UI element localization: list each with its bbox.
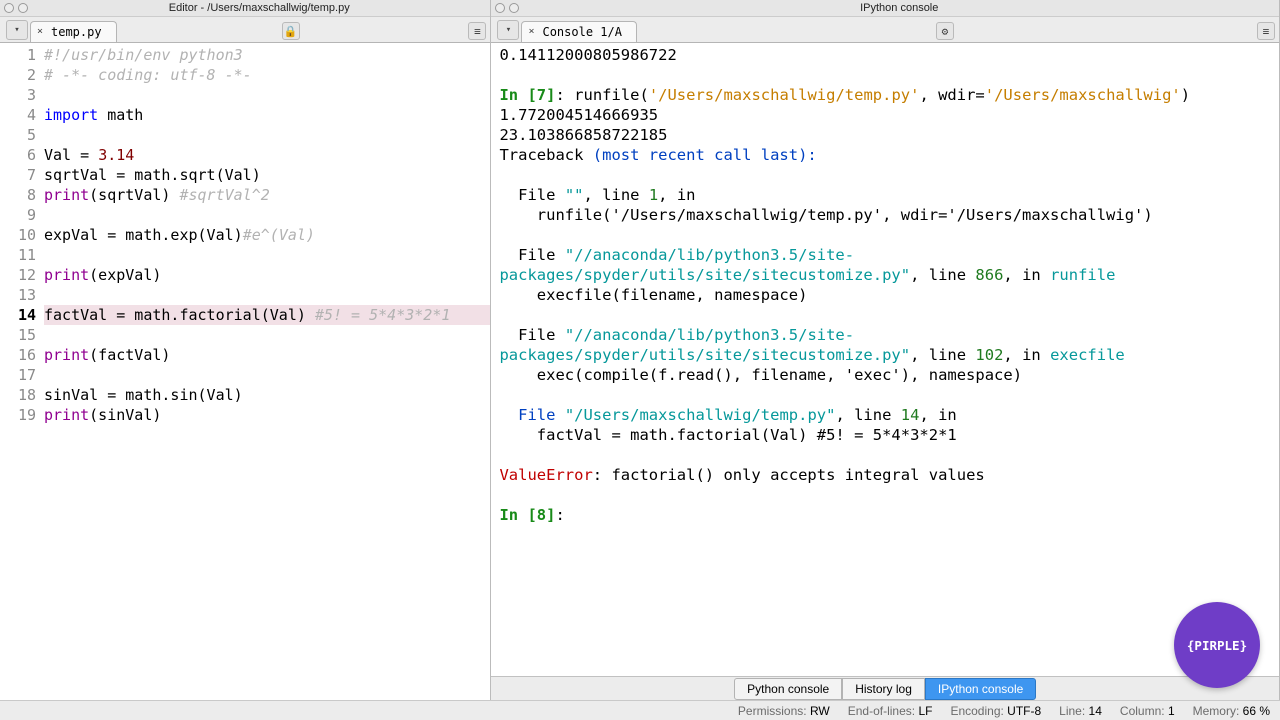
eol-label: End-of-lines: bbox=[848, 704, 915, 718]
mem-value: 66 % bbox=[1243, 704, 1270, 718]
editor-tab-label: temp.py bbox=[51, 25, 102, 39]
line-value: 14 bbox=[1089, 704, 1102, 718]
code-line[interactable] bbox=[44, 325, 490, 345]
window-min-icon[interactable] bbox=[509, 3, 519, 13]
line-label: Line: bbox=[1059, 704, 1085, 718]
console-options-icon[interactable]: ≡ bbox=[1257, 22, 1275, 40]
editor-body[interactable]: 12345678910111213141516171819 #!/usr/bin… bbox=[0, 43, 490, 700]
code-area[interactable]: #!/usr/bin/env python3# -*- coding: utf-… bbox=[40, 43, 490, 700]
window-min-icon[interactable] bbox=[18, 3, 28, 13]
gear-icon[interactable]: ⚙ bbox=[936, 22, 954, 40]
code-line[interactable]: print(sinVal) bbox=[44, 405, 490, 425]
enc-value: UTF-8 bbox=[1007, 704, 1041, 718]
code-line[interactable]: expVal = math.exp(Val)#e^(Val) bbox=[44, 225, 490, 245]
console-titlebar: IPython console bbox=[491, 0, 1279, 17]
code-line[interactable]: #!/usr/bin/env python3 bbox=[44, 45, 490, 65]
editor-title: Editor - /Users/maxschallwig/temp.py bbox=[32, 2, 486, 14]
console-title: IPython console bbox=[523, 2, 1275, 14]
col-value: 1 bbox=[1168, 704, 1175, 718]
status-bar: Permissions: RW End-of-lines: LF Encodin… bbox=[0, 700, 1280, 720]
code-line[interactable]: factVal = math.factorial(Val) #5! = 5*4*… bbox=[44, 305, 490, 325]
editor-tab-menu[interactable]: ▾ bbox=[6, 20, 28, 40]
console-output[interactable]: 0.14112000805986722 In [7]: runfile('/Us… bbox=[491, 43, 1279, 676]
enc-label: Encoding: bbox=[950, 704, 1003, 718]
editor-titlebar: Editor - /Users/maxschallwig/temp.py bbox=[0, 0, 490, 17]
code-line[interactable]: print(expVal) bbox=[44, 265, 490, 285]
pirple-badge: {PIRPLE} bbox=[1174, 602, 1260, 688]
tab-history-log[interactable]: History log bbox=[842, 678, 925, 700]
tab-python-console[interactable]: Python console bbox=[734, 678, 842, 700]
close-icon[interactable]: × bbox=[37, 26, 43, 37]
line-number-gutter: 12345678910111213141516171819 bbox=[0, 43, 40, 700]
window-close-icon[interactable] bbox=[4, 3, 14, 13]
console-tab-label: Console 1/A bbox=[542, 25, 621, 39]
code-line[interactable] bbox=[44, 365, 490, 385]
window-close-icon[interactable] bbox=[495, 3, 505, 13]
lock-icon[interactable]: 🔒 bbox=[282, 22, 300, 40]
code-line[interactable]: import math bbox=[44, 105, 490, 125]
console-tabs: ▾ × Console 1/A ⚙ ≡ bbox=[491, 17, 1279, 43]
editor-options-icon[interactable]: ≡ bbox=[468, 22, 486, 40]
console-pane: IPython console ▾ × Console 1/A ⚙ ≡ 0.14… bbox=[491, 0, 1280, 700]
mem-label: Memory: bbox=[1193, 704, 1240, 718]
tab-ipython-console[interactable]: IPython console bbox=[925, 678, 1036, 700]
code-line[interactable] bbox=[44, 285, 490, 305]
chevron-down-icon: ▾ bbox=[506, 25, 511, 35]
chevron-down-icon: ▾ bbox=[14, 25, 19, 35]
code-line[interactable]: sqrtVal = math.sqrt(Val) bbox=[44, 165, 490, 185]
perm-value: RW bbox=[810, 704, 830, 718]
code-line[interactable]: # -*- coding: utf-8 -*- bbox=[44, 65, 490, 85]
code-line[interactable] bbox=[44, 85, 490, 105]
code-line[interactable]: print(factVal) bbox=[44, 345, 490, 365]
code-line[interactable] bbox=[44, 205, 490, 225]
editor-pane: Editor - /Users/maxschallwig/temp.py ▾ ×… bbox=[0, 0, 491, 700]
editor-tab-temp-py[interactable]: × temp.py bbox=[30, 21, 117, 42]
code-line[interactable] bbox=[44, 245, 490, 265]
code-line[interactable]: print(sqrtVal) #sqrtVal^2 bbox=[44, 185, 490, 205]
code-line[interactable]: Val = 3.14 bbox=[44, 145, 490, 165]
close-icon[interactable]: × bbox=[528, 26, 534, 37]
eol-value: LF bbox=[918, 704, 932, 718]
bottom-console-tabs: Python console History log IPython conso… bbox=[491, 676, 1279, 700]
col-label: Column: bbox=[1120, 704, 1165, 718]
editor-tabs: ▾ × temp.py 🔒 ≡ bbox=[0, 17, 490, 43]
perm-label: Permissions: bbox=[738, 704, 807, 718]
console-tab-1a[interactable]: × Console 1/A bbox=[521, 21, 636, 42]
code-line[interactable] bbox=[44, 125, 490, 145]
console-tab-menu[interactable]: ▾ bbox=[497, 20, 519, 40]
code-line[interactable]: sinVal = math.sin(Val) bbox=[44, 385, 490, 405]
